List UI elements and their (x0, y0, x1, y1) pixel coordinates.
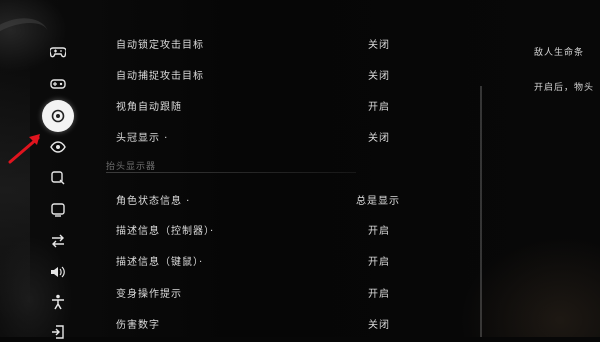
section-title-hud: 抬头显示器 (106, 162, 157, 172)
setting-label-damage-numbers: 伤害数字 (116, 320, 160, 331)
setting-label-camera-follow: 视角自动跟随 (116, 102, 182, 113)
setting-value-desc-keyboard[interactable]: 开启 (368, 253, 390, 268)
settings-list: 自动锁定攻击目标 关闭 自动捕捉攻击目标 关闭 视角自动跟随 开启 头冠显示 ·… (0, 0, 600, 337)
setting-value-camera-follow[interactable]: 开启 (368, 98, 390, 113)
description-text: 开启后，物头 (534, 83, 595, 93)
setting-label-character-status: 角色状态信息 · (116, 196, 191, 207)
setting-value-auto-lock[interactable]: 关闭 (368, 36, 390, 51)
setting-value-desc-controller[interactable]: 开启 (368, 222, 390, 237)
setting-label-auto-capture: 自动捕捉攻击目标 (116, 71, 204, 82)
setting-label-headgear: 头冠显示 · (116, 133, 169, 144)
description-title: 敌人生命条 (534, 48, 585, 58)
setting-label-desc-keyboard: 描述信息（键鼠）· (116, 257, 204, 268)
settings-scrollbar[interactable] (480, 86, 482, 337)
setting-label-auto-lock: 自动锁定攻击目标 (116, 40, 204, 51)
setting-value-headgear[interactable]: 关闭 (368, 129, 390, 144)
setting-value-damage-numbers[interactable]: 关闭 (368, 316, 390, 331)
setting-label-transform-hint: 变身操作提示 (116, 289, 182, 300)
setting-value-character-status[interactable]: 总是显示 (356, 192, 400, 207)
setting-label-desc-controller: 描述信息（控制器）· (116, 226, 215, 237)
section-divider (106, 172, 356, 173)
setting-value-transform-hint[interactable]: 开启 (368, 285, 390, 300)
setting-value-auto-capture[interactable]: 关闭 (368, 67, 390, 82)
